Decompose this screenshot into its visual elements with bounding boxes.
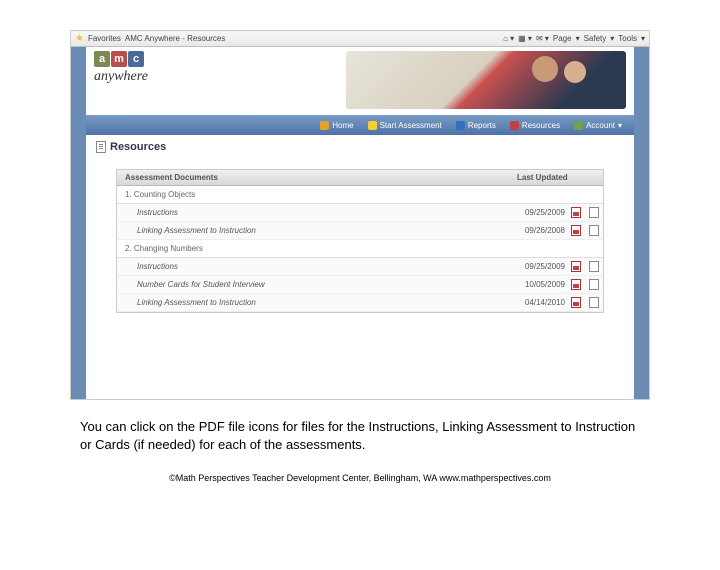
feed-icon[interactable]: ▦ ▾	[518, 34, 532, 43]
row-date: 04/14/2010	[512, 294, 567, 311]
group-counting-objects: 1. Counting Objects	[117, 186, 603, 204]
star-icon	[368, 121, 377, 130]
table-row: Linking Assessment to Instruction 09/26/…	[117, 222, 603, 240]
nav-account[interactable]: Account▾	[568, 115, 628, 135]
amc-anywhere-logo: a m c anywhere	[94, 51, 148, 85]
mail-icon[interactable]: ✉ ▾	[536, 34, 549, 43]
logo-block-m: m	[111, 51, 127, 67]
nav-reports[interactable]: Reports	[450, 115, 502, 135]
doc-icon[interactable]	[589, 261, 599, 272]
tools-menu[interactable]: Tools	[618, 34, 637, 43]
row-date: 09/25/2009	[512, 204, 567, 221]
footer-text: ©Math Perspectives Teacher Development C…	[0, 473, 720, 483]
row-label: Linking Assessment to Instruction	[117, 294, 512, 311]
pdf-icon[interactable]	[571, 261, 581, 272]
doc-icon[interactable]	[589, 297, 599, 308]
right-side-strip	[634, 47, 649, 399]
main-nav: Home Start Assessment Reports Resources …	[86, 115, 634, 135]
page-header: a m c anywhere	[86, 47, 634, 115]
banner-photo	[346, 51, 626, 109]
doc-icon[interactable]	[589, 207, 599, 218]
tab-title[interactable]: AMC Anywhere - Resources	[125, 34, 225, 43]
doc-icon[interactable]	[589, 225, 599, 236]
app-screenshot: ★ Favorites AMC Anywhere - Resources ⌂ ▾…	[70, 30, 650, 400]
row-label: Number Cards for Student Interview	[117, 276, 512, 293]
pdf-icon[interactable]	[571, 279, 581, 290]
logo-block-a: a	[94, 51, 110, 67]
row-label: Linking Assessment to Instruction	[117, 222, 512, 239]
logo-script: anywhere	[94, 69, 148, 85]
table-row: Instructions 09/25/2009	[117, 258, 603, 276]
page-menu[interactable]: Page	[553, 34, 572, 43]
nav-resources[interactable]: Resources	[504, 115, 566, 135]
row-date: 09/25/2009	[512, 258, 567, 275]
browser-toolbar: ★ Favorites AMC Anywhere - Resources ⌂ ▾…	[71, 31, 649, 47]
browser-tools: ⌂ ▾ ▦ ▾ ✉ ▾ Page▾ Safety▾ Tools▾	[503, 34, 645, 43]
table-row: Linking Assessment to Instruction 04/14/…	[117, 294, 603, 312]
resources-table: Assessment Documents Last Updated 1. Cou…	[116, 169, 604, 313]
table-header: Assessment Documents Last Updated	[117, 170, 603, 186]
resources-icon	[510, 121, 519, 130]
account-icon	[574, 121, 583, 130]
home-icon	[320, 121, 329, 130]
document-icon	[96, 141, 106, 153]
section-header: Resources	[86, 135, 634, 159]
safety-menu[interactable]: Safety	[584, 34, 607, 43]
col-updated: Last Updated	[513, 170, 603, 185]
col-documents: Assessment Documents	[117, 170, 513, 185]
nav-start-assessment[interactable]: Start Assessment	[362, 115, 448, 135]
left-side-strip	[71, 47, 86, 399]
doc-icon[interactable]	[589, 279, 599, 290]
table-row: Number Cards for Student Interview 10/05…	[117, 276, 603, 294]
group-changing-numbers: 2. Changing Numbers	[117, 240, 603, 258]
table-row: Instructions 09/25/2009	[117, 204, 603, 222]
logo-block-c: c	[128, 51, 144, 67]
nav-home[interactable]: Home	[314, 115, 359, 135]
home-icon[interactable]: ⌂ ▾	[503, 34, 514, 43]
caption-text: You can click on the PDF file icons for …	[80, 418, 640, 453]
pdf-icon[interactable]	[571, 207, 581, 218]
favorites-label[interactable]: Favorites	[88, 34, 121, 43]
row-date: 09/26/2008	[512, 222, 567, 239]
reports-icon	[456, 121, 465, 130]
section-title: Resources	[110, 141, 166, 153]
pdf-icon[interactable]	[571, 297, 581, 308]
favorites-star-icon[interactable]: ★	[75, 33, 84, 44]
row-label: Instructions	[117, 258, 512, 275]
pdf-icon[interactable]	[571, 225, 581, 236]
row-label: Instructions	[117, 204, 512, 221]
row-date: 10/05/2009	[512, 276, 567, 293]
